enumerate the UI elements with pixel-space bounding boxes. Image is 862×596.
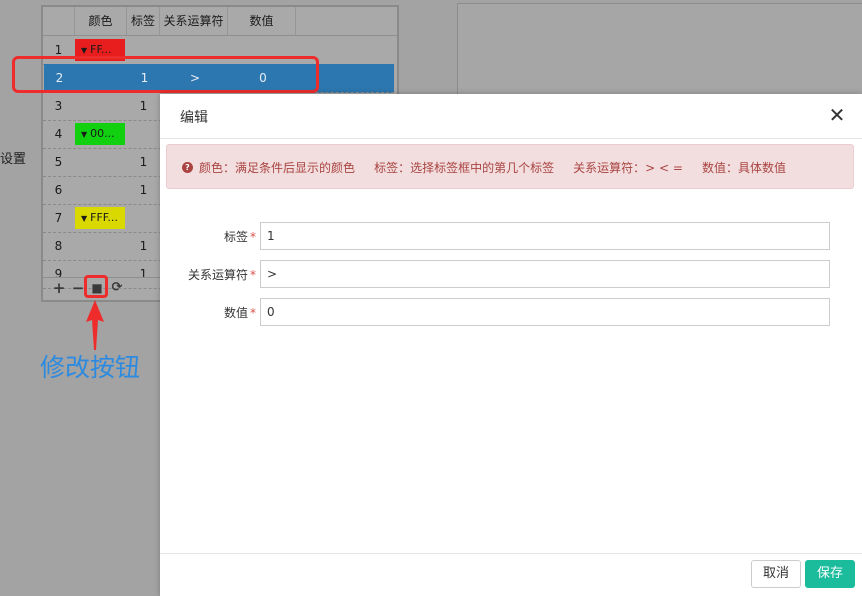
header-label[interactable]: 标签 xyxy=(127,7,160,35)
edit-dialog: 编辑 ✕ ? 颜色：满足条件后显示的颜色 标签：选择标签框中的第几个标签 关系运… xyxy=(160,94,862,596)
color-cell[interactable]: ▼ FFF... xyxy=(75,207,125,229)
field-label: 数值 * xyxy=(224,304,256,321)
row-number: 5 xyxy=(54,155,63,169)
required-mark: * xyxy=(250,268,256,282)
row-number: 6 xyxy=(54,183,63,197)
row-number: 7 xyxy=(54,211,63,225)
color-value: FFF... xyxy=(90,211,118,224)
label-cell: 1 xyxy=(139,99,148,113)
label-cell: 1 xyxy=(139,239,148,253)
header-color[interactable]: 颜色 xyxy=(75,7,127,35)
header-rownum xyxy=(43,7,75,35)
label-text: 标签 xyxy=(223,230,248,244)
alert-text: 颜色：满足条件后显示的颜色 标签：选择标签框中的第几个标签 关系运算符：> < … xyxy=(199,161,787,175)
color-cell[interactable]: ▼ 00... xyxy=(75,123,125,145)
annotation-label: 修改按钮 xyxy=(40,353,141,382)
row-number: 3 xyxy=(54,99,63,113)
cancel-button[interactable]: 取消 xyxy=(751,560,801,588)
save-button[interactable]: 保存 xyxy=(805,560,855,588)
row-number: 8 xyxy=(54,239,63,253)
label-text: 数值 xyxy=(223,306,248,320)
add-icon[interactable]: + xyxy=(51,280,67,296)
required-mark: * xyxy=(250,230,256,244)
field-label: 标签 * xyxy=(224,228,256,245)
dialog-header: 编辑 ✕ xyxy=(160,94,862,139)
highlight-button-annotation xyxy=(84,275,108,298)
caret-down-icon: ▼ xyxy=(81,214,88,223)
label-cell: 1 xyxy=(139,155,148,169)
value-input[interactable] xyxy=(260,298,830,326)
form-row-operator: 关系运算符 * xyxy=(160,260,862,288)
label-text: 关系运算符 xyxy=(187,268,248,282)
caret-down-icon: ▼ xyxy=(81,46,88,55)
header-value[interactable]: 数值 xyxy=(228,7,296,35)
dialog-title: 编辑 xyxy=(180,110,208,126)
right-panel xyxy=(457,3,862,105)
grid-header: 颜色 标签 关系运算符 数值 xyxy=(43,7,397,36)
question-icon: ? xyxy=(182,162,193,173)
refresh-icon[interactable]: ⟳ xyxy=(109,280,125,296)
form-row-label: 标签 * xyxy=(160,222,862,250)
operator-input[interactable] xyxy=(260,260,830,288)
highlight-row-annotation xyxy=(12,56,319,93)
dialog-footer: 取消 保存 xyxy=(160,553,862,596)
color-value: 00... xyxy=(90,127,115,140)
required-mark: * xyxy=(250,306,256,320)
header-operator[interactable]: 关系运算符 xyxy=(160,7,228,35)
info-alert: ? 颜色：满足条件后显示的颜色 标签：选择标签框中的第几个标签 关系运算符：> … xyxy=(166,144,854,189)
form-row-value: 数值 * xyxy=(160,298,862,326)
arrow-up-icon xyxy=(86,300,104,350)
color-value: FF... xyxy=(90,43,112,56)
field-label: 关系运算符 * xyxy=(188,266,256,283)
row-number: 4 xyxy=(54,127,63,141)
caret-down-icon: ▼ xyxy=(81,130,88,139)
label-input[interactable] xyxy=(260,222,830,250)
side-label: 设置 xyxy=(0,152,27,167)
label-cell: 1 xyxy=(139,183,148,197)
close-icon[interactable]: ✕ xyxy=(826,104,848,126)
